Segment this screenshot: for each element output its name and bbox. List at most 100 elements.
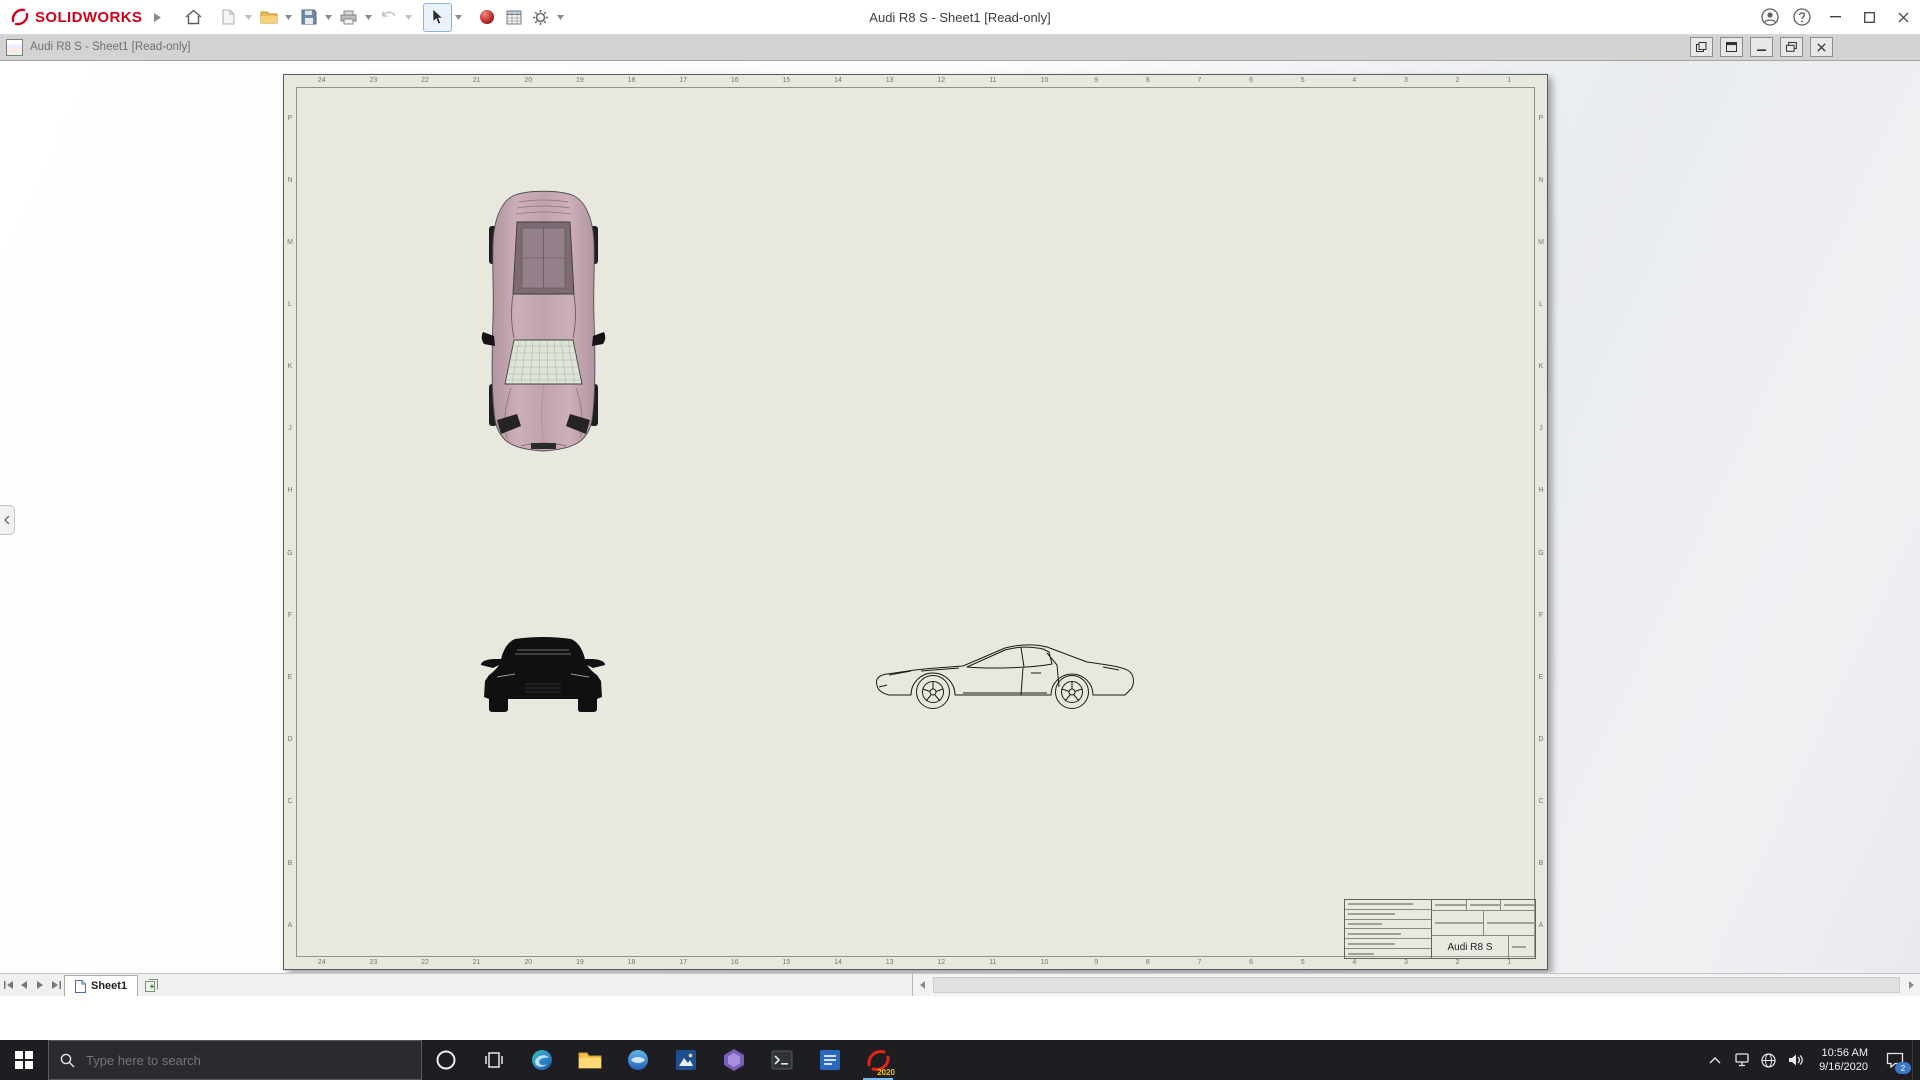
solidworks-logo-text: SOLIDWORKS [35,8,143,26]
document-title: Audi R8 S - Sheet1 [Read-only] [30,41,191,53]
volume-icon[interactable] [1782,1040,1809,1080]
doc-restore-button[interactable] [1780,37,1803,57]
next-sheet-button[interactable] [32,974,48,996]
doc-cascade-button[interactable] [1720,37,1743,57]
title-block-sheet-cell [1508,936,1535,958]
tray-expand-icon[interactable] [1701,1040,1728,1080]
previous-sheet-button[interactable] [16,974,32,996]
cortana-icon[interactable] [422,1040,470,1080]
zone-number: 12 [937,959,946,966]
taskbar-clock[interactable]: 10:56 AM 9/16/2020 [1809,1040,1878,1080]
settings-dropdown[interactable] [554,4,567,31]
select-tool-button[interactable] [423,2,453,32]
browser-icon[interactable] [614,1040,662,1080]
doc-close-button[interactable] [1810,37,1833,57]
settings-gear-button[interactable] [527,4,554,31]
undo-button[interactable] [375,4,402,31]
drawing-sheet[interactable]: 24 23 22 21 20 19 18 17 16 15 14 13 12 11 10 9 8 7 6 5 4 3 2 1 … [283,74,1548,970]
appearance-sphere-button[interactable] [473,4,500,31]
scrollbar-track[interactable] [931,974,1902,996]
network-icon[interactable] [1728,1040,1755,1080]
zone-letter: C [287,798,293,806]
maximize-button[interactable] [1852,0,1886,34]
edge-browser-icon[interactable] [518,1040,566,1080]
zone-number: 23 [369,959,378,966]
action-center-icon[interactable]: 2 [1878,1040,1912,1080]
panel-collapse-arrow[interactable] [0,505,15,535]
horizontal-scrollbar[interactable] [912,974,1920,996]
drawing-file-icon [6,38,23,56]
account-icon[interactable] [1754,0,1786,34]
hexagon-app-icon[interactable] [710,1040,758,1080]
solidworks-app-icon[interactable]: 2020 [854,1040,902,1080]
scroll-right-arrow[interactable] [1902,974,1920,996]
windows-taskbar: 2020 10:56 AM 9/16/2020 2 [0,1040,1920,1080]
show-desktop-button[interactable] [1912,1040,1920,1080]
save-dropdown[interactable] [322,4,335,31]
zone-letter: N [1538,176,1544,184]
taskbar-search[interactable] [48,1040,422,1080]
zone-number: 7 [1197,77,1202,84]
help-icon[interactable] [1786,0,1818,34]
zone-letter: E [1538,673,1544,681]
zone-number: 5 [1300,77,1305,84]
first-sheet-button[interactable] [0,974,16,996]
solidworks-logo[interactable]: SOLIDWORKS [0,7,150,27]
zone-letter: A [1538,922,1544,930]
task-view-icon[interactable] [470,1040,518,1080]
zone-number: 5 [1300,959,1305,966]
last-sheet-button[interactable] [48,974,64,996]
tab-sheet1[interactable]: Sheet1 [64,975,139,996]
clock-time: 10:56 AM [1821,1047,1868,1059]
graphics-area: 24 23 22 21 20 19 18 17 16 15 14 13 12 11 10 9 8 7 6 5 4 3 2 1 … [0,60,1920,973]
search-icon [60,1053,75,1067]
zone-number: 18 [627,77,636,84]
zone-number: 7 [1197,959,1202,966]
zone-number: 13 [885,959,894,966]
search-input[interactable] [84,1051,410,1069]
zone-number: 8 [1145,959,1150,966]
zone-letter: M [287,238,293,246]
titlebar-controls [1754,0,1920,34]
front-view-drawing[interactable] [481,635,605,714]
open-folder-button[interactable] [255,4,282,31]
file-explorer-icon[interactable] [566,1040,614,1080]
title-block: Audi R8 S [1344,899,1536,959]
minimize-button[interactable] [1818,0,1852,34]
sheet-zone-letters-right: P N M L K J H G F E D C B A [1535,87,1547,957]
doc-minimize-button[interactable] [1750,37,1773,57]
terminal-icon[interactable] [758,1040,806,1080]
zone-letter: A [287,922,293,930]
zone-number: 23 [369,77,378,84]
open-dropdown[interactable] [282,4,295,31]
zone-number: 11 [989,77,997,84]
scrollbar-thumb[interactable] [933,977,1900,993]
properties-table-button[interactable] [500,4,527,31]
select-tool-dropdown[interactable] [452,4,465,31]
doc-tile-button[interactable] [1690,37,1713,57]
menu-expand-arrow[interactable] [150,4,164,30]
document-titlebar: Audi R8 S - Sheet1 [Read-only] [0,34,1920,61]
zone-number: 20 [524,77,533,84]
print-dropdown[interactable] [362,4,375,31]
globe-icon[interactable] [1755,1040,1782,1080]
print-button[interactable] [335,4,362,31]
quick-access-toolbar [180,2,567,32]
zone-letter: D [1538,735,1544,743]
start-button[interactable] [0,1040,48,1080]
new-document-button[interactable] [215,4,242,31]
zone-number: 10 [1040,77,1049,84]
side-view-drawing[interactable] [871,635,1147,715]
save-button[interactable] [295,4,322,31]
undo-dropdown[interactable] [402,4,415,31]
close-button[interactable] [1886,0,1920,34]
photos-icon[interactable] [662,1040,710,1080]
document-app-icon[interactable] [806,1040,854,1080]
zone-letter: M [1538,238,1544,246]
home-button[interactable] [180,4,207,31]
new-document-dropdown[interactable] [242,4,255,31]
top-view-drawing[interactable] [481,188,606,458]
scroll-left-arrow[interactable] [913,974,931,996]
add-sheet-button[interactable] [138,974,166,996]
window-title: Audi R8 S - Sheet1 [Read-only] [869,9,1051,25]
